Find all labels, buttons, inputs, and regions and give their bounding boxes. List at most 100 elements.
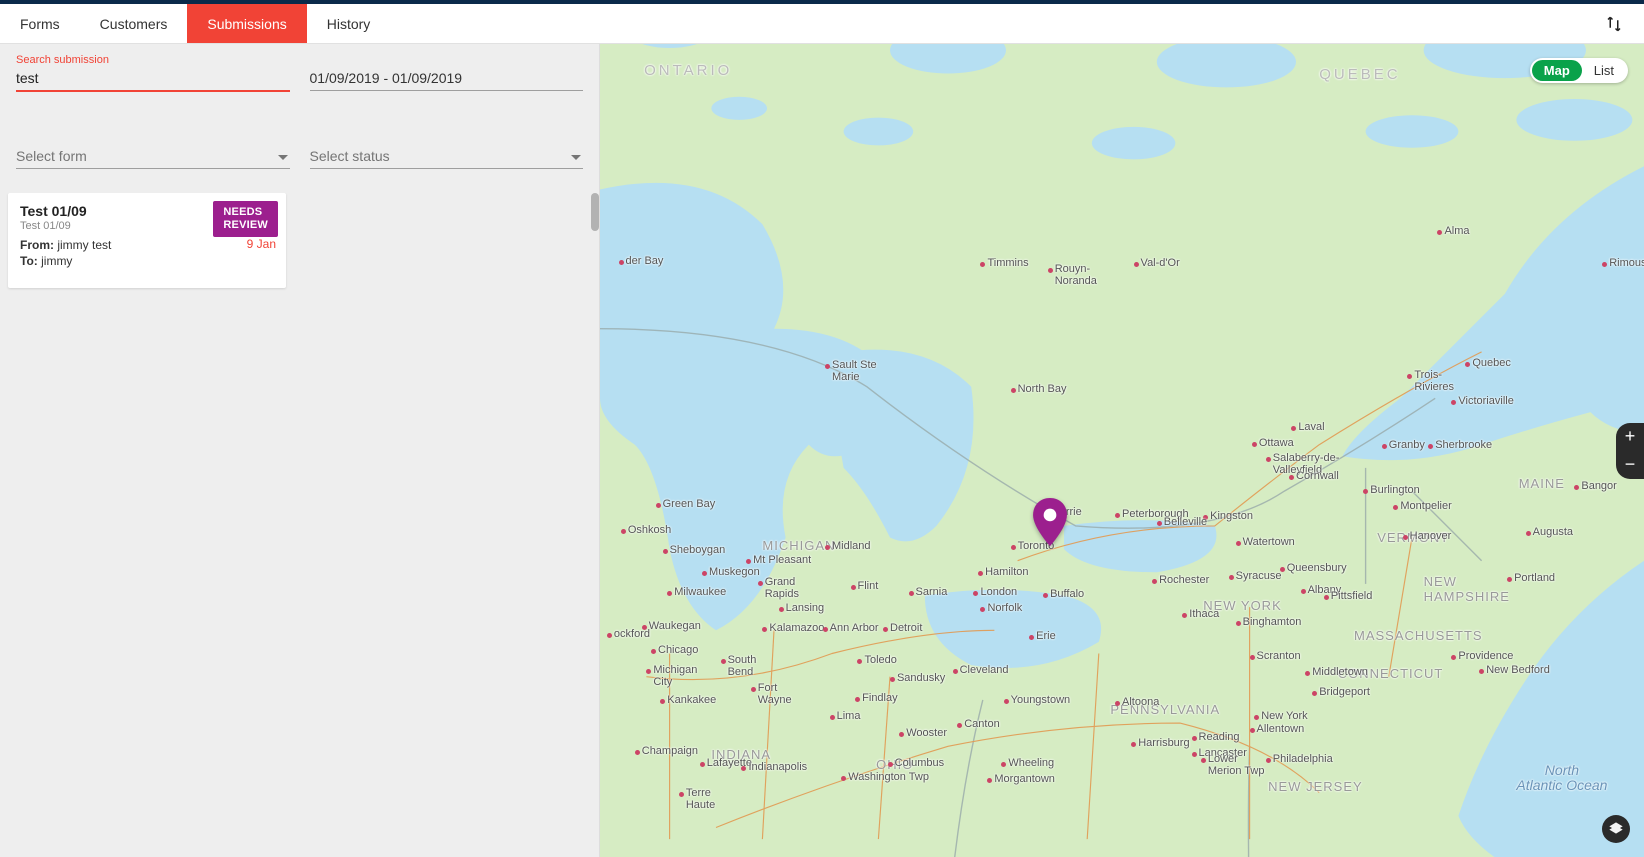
tab-submissions[interactable]: Submissions (187, 4, 306, 43)
city-label: Rochester (1159, 574, 1209, 586)
city-label: Augusta (1533, 526, 1573, 538)
city-label: Milwaukee (674, 586, 726, 598)
city-dot (1236, 621, 1241, 626)
city-label: Kankakee (667, 694, 716, 706)
city-dot (779, 607, 784, 612)
city-label: Sault Ste Marie (832, 359, 877, 383)
city-dot (679, 792, 684, 797)
city-label: Burlington (1370, 484, 1420, 496)
city-label: Wheeling (1008, 757, 1054, 769)
city-dot (1602, 262, 1607, 267)
city-label: Morgantown (994, 773, 1055, 785)
tab-history[interactable]: History (307, 4, 391, 43)
status-select-placeholder: Select status (310, 148, 390, 164)
city-dot (1048, 268, 1053, 273)
content-area: Search submission Select form Select sta (0, 44, 1644, 857)
city-label: Champaign (642, 745, 698, 757)
city-dot (746, 559, 751, 564)
city-dot (1001, 762, 1006, 767)
city-label: Reading (1199, 731, 1240, 743)
toggle-map[interactable]: Map (1532, 60, 1582, 81)
city-label: Youngstown (1011, 694, 1071, 706)
city-dot (702, 571, 707, 576)
city-dot (758, 581, 763, 586)
city-dot (700, 762, 705, 767)
city-label: Mt Pleasant (753, 554, 811, 566)
city-label: London (980, 586, 1017, 598)
city-label: Indianapolis (748, 761, 807, 773)
form-select-field: Select form (16, 134, 290, 169)
toggle-list[interactable]: List (1582, 60, 1626, 81)
main-tabs: FormsCustomersSubmissionsHistory (0, 4, 1644, 44)
status-badge: NEEDS REVIEW (213, 201, 278, 237)
city-dot (1324, 595, 1329, 600)
city-dot (1289, 475, 1294, 480)
form-select[interactable]: Select form (16, 134, 290, 169)
city-label: Toronto (1018, 540, 1055, 552)
status-select[interactable]: Select status (310, 134, 584, 169)
map-list-toggle: Map List (1530, 58, 1628, 83)
city-label: Hamilton (985, 566, 1028, 578)
zoom-in-button[interactable]: + (1616, 423, 1644, 451)
city-dot (1131, 742, 1136, 747)
city-label: South Bend (728, 654, 757, 678)
city-label: Harrisburg (1138, 737, 1189, 749)
city-label: Belleville (1164, 516, 1207, 528)
city-dot (656, 503, 661, 508)
city-label: Lower Merion Twp (1208, 753, 1265, 777)
city-label: Fort Wayne (758, 682, 792, 706)
city-dot (1192, 736, 1197, 741)
city-label: Alma (1444, 225, 1469, 237)
city-label: Kingston (1210, 510, 1253, 522)
city-label: Sherbrooke (1435, 439, 1492, 451)
city-label: Grand Rapids (765, 576, 799, 600)
city-label: Cornwall (1296, 470, 1339, 482)
city-label: Providence (1458, 650, 1513, 662)
city-dot (1134, 262, 1139, 267)
map-canvas[interactable]: ONTARIOQUEBEC MICHIGANINDIANAOHIONEW YOR… (600, 44, 1644, 857)
city-dot (909, 591, 914, 596)
tab-customers[interactable]: Customers (80, 4, 188, 43)
city-label: Midland (832, 540, 871, 552)
zoom-out-button[interactable]: − (1616, 451, 1644, 479)
sort-icon[interactable] (1598, 4, 1630, 44)
date-range-input[interactable] (310, 56, 584, 91)
city-label: Ottawa (1259, 437, 1294, 449)
city-label: Chicago (658, 644, 698, 656)
map-panel: ONTARIOQUEBEC MICHIGANINDIANAOHIONEW YOR… (600, 44, 1644, 857)
city-dot (1157, 521, 1162, 526)
ocean-label: North Atlantic Ocean (1516, 763, 1607, 794)
city-dot (953, 669, 958, 674)
city-label: Lansing (786, 602, 825, 614)
city-label: Philadelphia (1273, 753, 1333, 765)
city-label: Middletown (1312, 666, 1368, 678)
tab-forms[interactable]: Forms (0, 4, 80, 43)
city-label: Cleveland (960, 664, 1009, 676)
city-dot (1011, 545, 1016, 550)
city-dot (825, 545, 830, 550)
scrollbar-thumb[interactable] (591, 193, 599, 231)
city-label: Wooster (906, 727, 947, 739)
city-label: Ann Arbor (830, 622, 879, 634)
city-label: Hanover (1410, 530, 1452, 542)
region-label: MASSACHUSETTS (1354, 628, 1483, 643)
city-dot (663, 549, 668, 554)
city-label: Terre Haute (686, 787, 715, 811)
city-dot (899, 732, 904, 737)
card-to-line: To: jimmy (20, 254, 274, 268)
layers-button[interactable] (1602, 815, 1630, 843)
city-label: der Bay (626, 255, 664, 267)
city-label: Sheboygan (670, 544, 726, 556)
city-label: Green Bay (663, 498, 716, 510)
city-label: Queensbury (1287, 562, 1347, 574)
city-dot (635, 750, 640, 755)
city-label: Kalamazoo (769, 622, 824, 634)
chevron-down-icon (278, 155, 288, 160)
card-to-value: jimmy (41, 254, 72, 268)
submission-card[interactable]: Test 01/09 Test 01/09 From: jimmy test T… (8, 193, 286, 288)
chevron-down-icon (571, 155, 581, 160)
city-label: Canton (964, 718, 999, 730)
city-label: Laval (1298, 421, 1324, 433)
city-label: Waukegan (649, 620, 701, 632)
city-label: Portland (1514, 572, 1555, 584)
